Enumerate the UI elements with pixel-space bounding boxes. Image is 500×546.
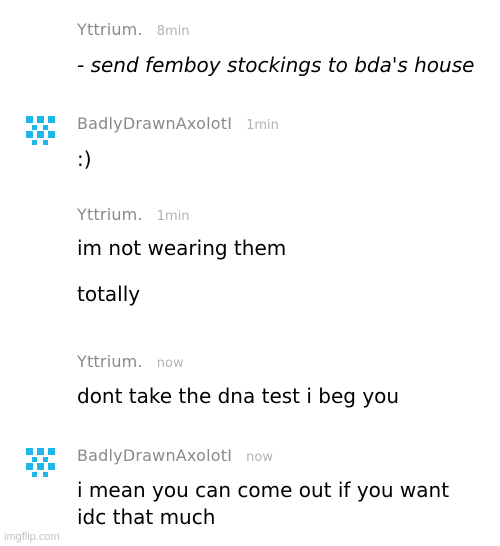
author-name[interactable]: Yttrium. <box>77 20 143 39</box>
timestamp: now <box>156 356 184 371</box>
message-line: totally <box>77 282 141 306</box>
message-header: BadlyDrawnAxolotI now <box>77 446 273 465</box>
avatar-icon[interactable] <box>24 114 56 146</box>
timestamp: 1min <box>156 209 190 224</box>
message-header: Yttrium. now <box>77 352 184 371</box>
avatar-icon[interactable] <box>24 446 56 478</box>
timestamp: 8min <box>156 24 190 39</box>
message-line: im not wearing them <box>77 236 287 260</box>
message-line: idc that much <box>77 505 216 529</box>
message-text: - send femboy stockings to bda's house <box>77 53 474 77</box>
message-line: dont take the dna test i beg you <box>77 384 400 408</box>
author-name[interactable]: BadlyDrawnAxolotI <box>77 114 232 133</box>
timestamp: now <box>246 450 273 465</box>
message-line: i mean you can come out if you want <box>77 478 450 502</box>
message-header: BadlyDrawnAxolotI 1min <box>77 114 279 133</box>
author-name[interactable]: BadlyDrawnAxolotI <box>77 446 232 465</box>
message-line: :) <box>77 147 92 171</box>
message-line: - send femboy stockings to bda's house <box>77 53 475 77</box>
author-name[interactable]: Yttrium. <box>77 352 143 371</box>
message-header: Yttrium. 8min <box>77 20 190 39</box>
author-name[interactable]: Yttrium. <box>77 205 143 224</box>
timestamp: 1min <box>246 118 279 133</box>
watermark: imgflip.com <box>4 531 60 543</box>
message-header: Yttrium. 1min <box>77 205 190 224</box>
